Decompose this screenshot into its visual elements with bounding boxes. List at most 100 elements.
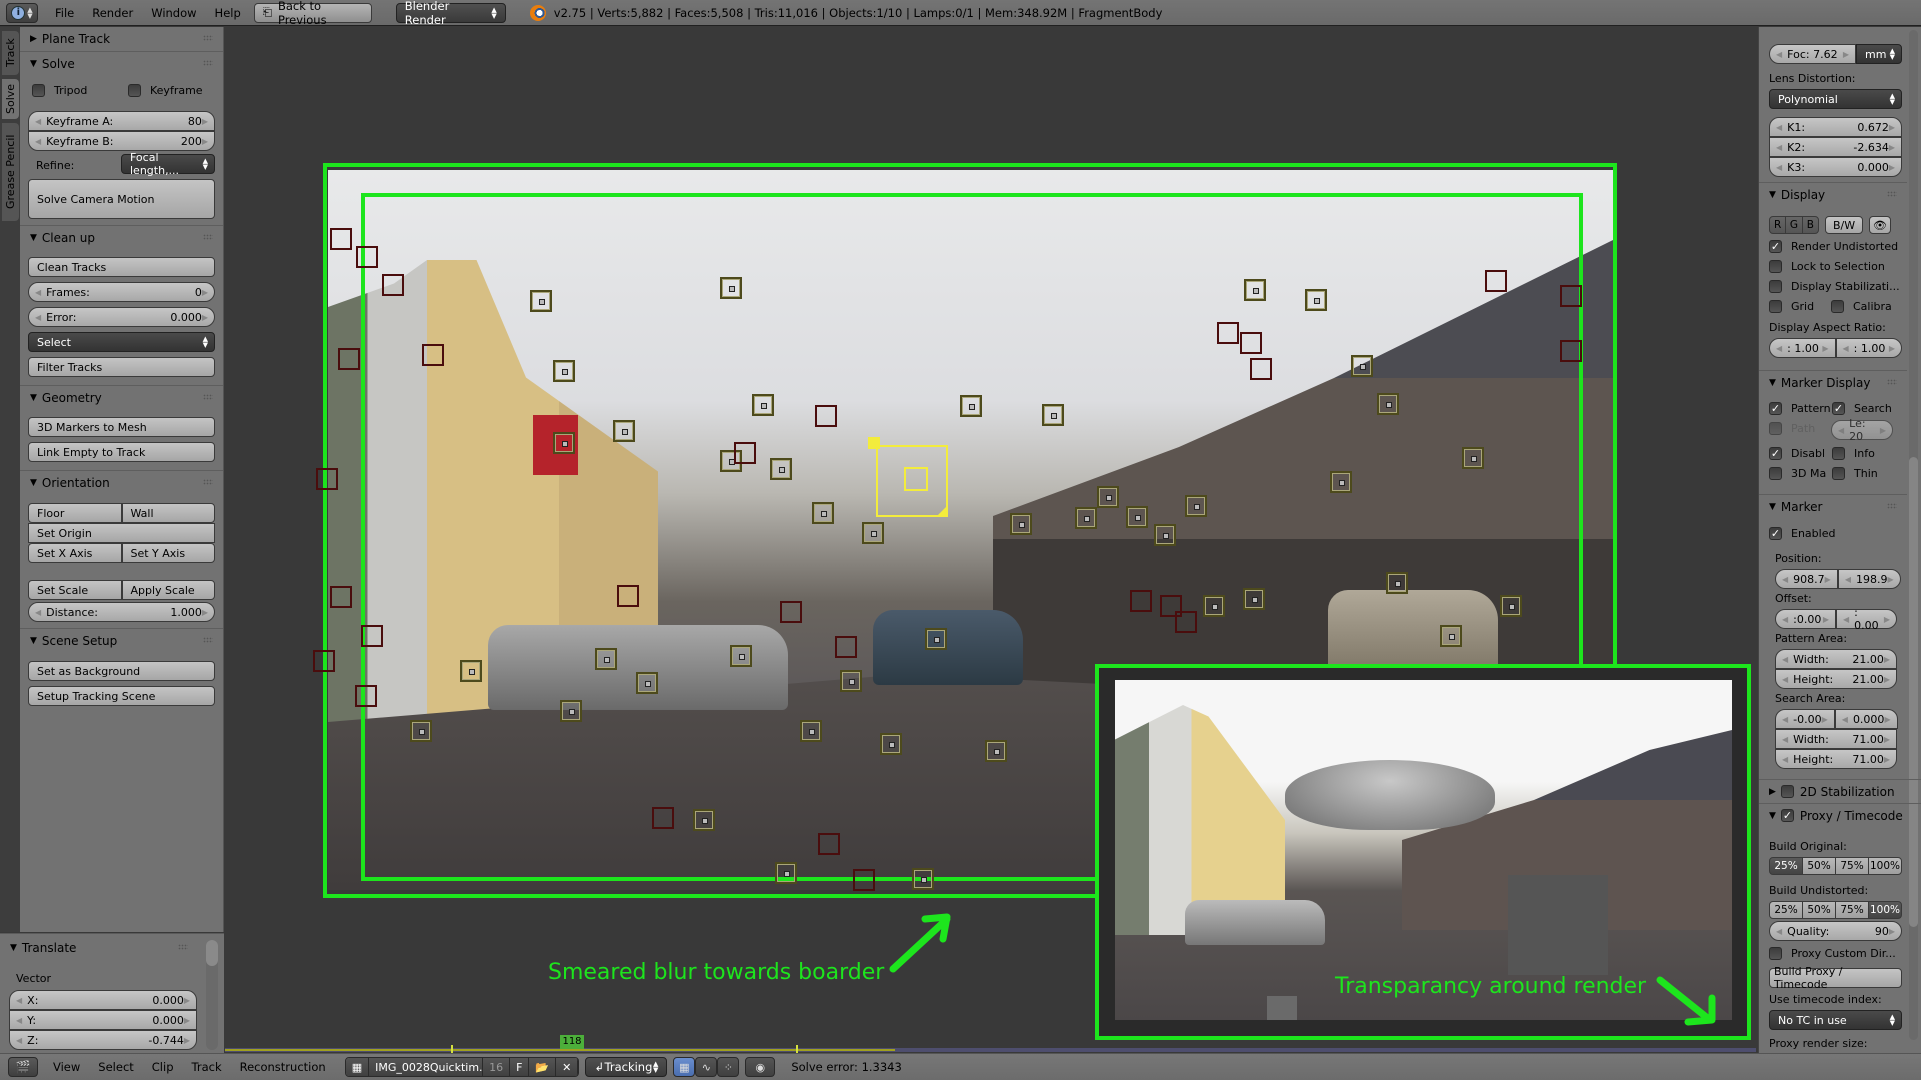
- filter-tracks-button[interactable]: Filter Tracks: [28, 357, 215, 377]
- track-marker[interactable]: [338, 348, 360, 370]
- track-marker[interactable]: [382, 274, 404, 296]
- keyframe-checkbox[interactable]: Keyframe: [128, 84, 203, 97]
- focal-unit-dropdown[interactable]: mm ▲ ▼: [1856, 44, 1902, 64]
- unlink-clip-button[interactable]: ✕: [556, 1058, 579, 1076]
- drag-grip-icon[interactable]: [203, 637, 213, 643]
- track-marker[interactable]: [1351, 355, 1373, 377]
- track-marker[interactable]: [815, 405, 837, 427]
- build-original-50[interactable]: 50%: [1802, 857, 1836, 875]
- grid-checkbox[interactable]: Grid: [1769, 300, 1829, 313]
- track-marker[interactable]: [835, 636, 857, 658]
- build-original-25[interactable]: 25%: [1769, 857, 1803, 875]
- apply-scale-button[interactable]: Apply Scale: [121, 580, 215, 600]
- scene-setup-panel-header[interactable]: ▼ Scene Setup: [20, 628, 223, 652]
- track-marker[interactable]: [1010, 513, 1032, 535]
- track-marker[interactable]: [1250, 358, 1272, 380]
- track-marker[interactable]: [313, 650, 335, 672]
- set-origin-button[interactable]: Set Origin: [28, 523, 215, 543]
- clean-tracks-button[interactable]: Clean Tracks: [28, 257, 215, 277]
- track-marker[interactable]: [730, 645, 752, 667]
- menu-clip[interactable]: Clip: [143, 1060, 183, 1074]
- open-clip-button[interactable]: 📂: [529, 1058, 557, 1076]
- track-marker[interactable]: [1330, 471, 1352, 493]
- clip-browse-button[interactable]: ▦: [345, 1058, 370, 1076]
- current-frame-indicator[interactable]: 118: [560, 1035, 584, 1049]
- track-marker[interactable]: [410, 720, 432, 742]
- plane-track-panel-header[interactable]: ▶ Plane Track: [20, 27, 223, 51]
- track-marker[interactable]: [812, 502, 834, 524]
- build-undistorted-75[interactable]: 75%: [1835, 901, 1869, 919]
- fake-user-button[interactable]: F: [510, 1058, 530, 1076]
- track-marker[interactable]: [1154, 524, 1176, 546]
- track-marker[interactable]: [553, 360, 575, 382]
- view-graph-button[interactable]: ∿: [695, 1057, 718, 1077]
- track-marker[interactable]: [553, 432, 575, 454]
- track-marker[interactable]: [912, 868, 934, 890]
- track-marker[interactable]: [840, 670, 862, 692]
- stabilization-panel-header[interactable]: ▶ 2D Stabilization: [1759, 779, 1921, 803]
- error-field[interactable]: ◀ Error: 0.000 ▶: [28, 307, 215, 327]
- pattern-height-field[interactable]: ◀ Height: 21.00 ▶: [1775, 669, 1897, 689]
- search-x-field[interactable]: ◀ -0.00 ▶: [1775, 709, 1835, 729]
- build-original-75[interactable]: 75%: [1835, 857, 1869, 875]
- track-marker[interactable]: [316, 468, 338, 490]
- checkbox-icon[interactable]: [1780, 785, 1794, 798]
- track-marker[interactable]: [1240, 332, 1262, 354]
- track-marker[interactable]: [1500, 595, 1522, 617]
- drag-grip-icon[interactable]: [1887, 503, 1897, 509]
- track-marker[interactable]: [1305, 289, 1327, 311]
- lock-to-selection-checkbox[interactable]: Lock to Selection: [1769, 260, 1902, 273]
- track-marker[interactable]: [985, 740, 1007, 762]
- menu-render[interactable]: Render: [83, 6, 142, 20]
- search-y-field[interactable]: ◀ 0.000 ▶: [1834, 709, 1898, 729]
- marker-display-panel-header[interactable]: ▼ Marker Display: [1759, 370, 1907, 394]
- mode-dropdown[interactable]: ↲ Tracking ▲ ▼: [585, 1057, 668, 1077]
- track-marker[interactable]: [1440, 625, 1462, 647]
- lens-distortion-dropdown[interactable]: Polynomial ▲ ▼: [1769, 89, 1902, 109]
- show-disabled-checkbox[interactable]: ✓ Disabl: [1769, 447, 1831, 460]
- drag-grip-icon[interactable]: [203, 234, 213, 240]
- vector-x-field[interactable]: ◀ X: 0.000 ▶: [9, 990, 197, 1010]
- vector-y-field[interactable]: ◀ Y: 0.000 ▶: [9, 1010, 197, 1030]
- resize-handle-icon[interactable]: [936, 505, 948, 517]
- tab-track[interactable]: Track: [2, 31, 19, 75]
- proxy-panel-header[interactable]: ▼ ✓ Proxy / Timecode: [1759, 803, 1921, 827]
- track-marker[interactable]: [1042, 404, 1064, 426]
- track-marker[interactable]: [356, 246, 378, 268]
- track-marker[interactable]: [1097, 486, 1119, 508]
- set-y-axis-button[interactable]: Set Y Axis: [121, 543, 215, 563]
- k3-field[interactable]: ◀ K3: 0.000 ▶: [1769, 157, 1902, 177]
- render-undistorted-checkbox[interactable]: ✓ Render Undistorted: [1769, 240, 1902, 253]
- properties-scroll-thumb[interactable]: [1909, 457, 1918, 927]
- geometry-panel-header[interactable]: ▼ Geometry: [20, 385, 223, 409]
- translate-panel-header[interactable]: ▼ Translate: [0, 936, 198, 960]
- track-marker[interactable]: [1203, 595, 1225, 617]
- floor-button[interactable]: Floor: [28, 503, 122, 523]
- editor-type-button[interactable]: 🎬: [8, 1057, 38, 1077]
- path-length-field[interactable]: ◀ Le: 20 ▶: [1831, 417, 1893, 443]
- menu-track[interactable]: Track: [183, 1060, 231, 1074]
- solve-panel-header[interactable]: ▼ Solve: [20, 51, 223, 75]
- drag-grip-icon[interactable]: [203, 479, 213, 485]
- orientation-panel-header[interactable]: ▼ Orientation: [20, 470, 223, 494]
- menu-file[interactable]: File: [46, 6, 83, 20]
- clip-datablock[interactable]: ▦ IMG_0028Quicktim... 16 F 📂 ✕: [344, 1057, 580, 1077]
- distance-field[interactable]: ◀ Distance: 1.000 ▶: [28, 602, 215, 622]
- markers-to-mesh-button[interactable]: 3D Markers to Mesh: [28, 417, 215, 437]
- track-marker[interactable]: [530, 290, 552, 312]
- position-x-field[interactable]: ◀ 908.7 ▶: [1775, 569, 1838, 589]
- channel-g-toggle[interactable]: G: [1785, 216, 1803, 234]
- track-marker[interactable]: [636, 672, 658, 694]
- channel-b-toggle[interactable]: B: [1801, 216, 1819, 234]
- frames-field[interactable]: ◀ Frames: 0 ▶: [28, 282, 215, 302]
- search-width-field[interactable]: ◀ Width: 71.00 ▶: [1775, 729, 1897, 749]
- proxy-quality-field[interactable]: ◀ Quality: 90 ▶: [1769, 921, 1902, 941]
- vector-z-field[interactable]: ◀ Z: -0.744 ▶: [9, 1030, 197, 1050]
- channel-r-toggle[interactable]: R: [1769, 216, 1787, 234]
- build-original-100[interactable]: 100%: [1868, 857, 1902, 875]
- proxy-custom-dir-checkbox[interactable]: Proxy Custom Dir...: [1769, 947, 1902, 960]
- 3d-markers-checkbox[interactable]: 3D Ma: [1769, 467, 1831, 480]
- tab-solve[interactable]: Solve: [2, 79, 19, 119]
- clip-users-count[interactable]: 16: [483, 1058, 511, 1076]
- set-x-axis-button[interactable]: Set X Axis: [28, 543, 122, 563]
